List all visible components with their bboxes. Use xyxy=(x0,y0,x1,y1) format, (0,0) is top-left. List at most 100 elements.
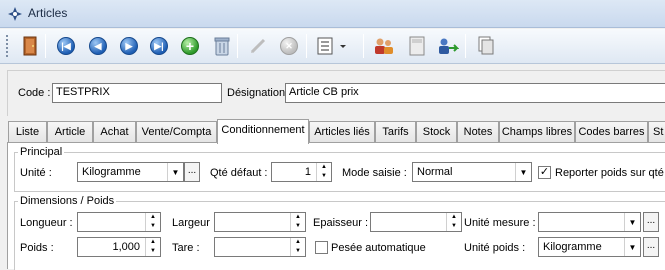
tab-notes[interactable]: Notes xyxy=(457,121,499,143)
header-panel: Code : TESTPRIX Désignation : Article CB… xyxy=(7,70,665,116)
app-icon xyxy=(8,7,22,21)
unite-mesure-browse-button[interactable]: ... xyxy=(643,212,659,232)
unite-poids-label: Unité poids : xyxy=(464,242,526,254)
exit-button[interactable] xyxy=(18,34,42,58)
delete-button[interactable] xyxy=(210,34,234,58)
tare-stepper[interactable]: ▲ ▼ xyxy=(214,237,306,257)
last-record-button[interactable]: ▶| xyxy=(147,34,171,58)
spin-down-icon[interactable]: ▼ xyxy=(447,222,461,231)
mode-saisie-value: Normal xyxy=(417,166,453,178)
mode-saisie-label: Mode saisie : xyxy=(342,167,407,179)
unite-select[interactable]: Kilogramme ▼ xyxy=(77,162,184,182)
unite-mesure-label: Unité mesure : xyxy=(464,217,536,229)
unite-select-value: Kilogramme xyxy=(82,166,141,178)
unite-browse-button[interactable]: ... xyxy=(184,162,200,182)
designation-label: Désignation : xyxy=(227,87,292,99)
poids-spin-buttons[interactable]: ▲ ▼ xyxy=(145,238,160,256)
unite-poids-browse-button[interactable]: ... xyxy=(643,237,659,257)
tab-articles-lies[interactable]: Articles liés xyxy=(309,121,375,143)
tab-stock-overflow[interactable]: St xyxy=(648,121,665,143)
print-icon xyxy=(478,36,494,55)
tab-achat[interactable]: Achat xyxy=(93,121,136,143)
tab-strip: Liste Article Achat Vente/Compta Conditi… xyxy=(7,119,665,144)
next-record-icon: ▶ xyxy=(120,37,138,55)
spin-down-icon[interactable]: ▼ xyxy=(317,172,331,181)
list-menu-button[interactable] xyxy=(315,34,351,58)
spin-up-icon[interactable]: ▲ xyxy=(146,213,160,222)
chevron-down-icon: ▼ xyxy=(515,163,531,181)
tab-vente-compta[interactable]: Vente/Compta xyxy=(136,121,217,143)
chevron-down-icon: ▼ xyxy=(624,238,640,256)
tare-spin-buttons[interactable]: ▲ ▼ xyxy=(290,238,305,256)
tab-stock[interactable]: Stock xyxy=(416,121,457,143)
previous-record-button[interactable]: ◀ xyxy=(86,34,110,58)
tab-article[interactable]: Article xyxy=(47,121,93,143)
spin-up-icon[interactable]: ▲ xyxy=(146,238,160,247)
unite-label: Unité : xyxy=(20,167,52,179)
transfer-button[interactable] xyxy=(436,34,460,58)
people-icon xyxy=(375,38,393,54)
cancel-icon: ✕ xyxy=(280,37,298,55)
dimensions-group-title: Dimensions / Poids xyxy=(18,195,117,207)
delete-icon xyxy=(214,37,230,56)
toolbar-grip[interactable] xyxy=(6,35,9,57)
code-field[interactable]: TESTPRIX xyxy=(52,83,222,103)
edit-icon xyxy=(250,38,266,54)
qte-defaut-stepper[interactable]: 1 ▲ ▼ xyxy=(271,162,332,182)
poids-value: 1,000 xyxy=(112,241,140,253)
exit-door-icon xyxy=(23,36,37,56)
unite-poids-select[interactable]: Kilogramme ▼ xyxy=(538,237,641,257)
pesee-automatique-checkbox[interactable] xyxy=(315,241,328,254)
tab-champs-libres[interactable]: Champs libres xyxy=(499,121,575,143)
toolbar-separator xyxy=(363,34,364,58)
last-record-icon: ▶| xyxy=(150,37,168,55)
window-title: Articles xyxy=(28,6,68,20)
people-button[interactable] xyxy=(372,34,396,58)
qte-defaut-label: Qté défaut : xyxy=(210,167,268,179)
unite-mesure-select[interactable]: ▼ xyxy=(538,212,641,232)
tab-tarifs[interactable]: Tarifs xyxy=(375,121,416,143)
reporter-poids-checkbox[interactable]: ✓ xyxy=(538,166,551,179)
spin-up-icon[interactable]: ▲ xyxy=(317,163,331,172)
spin-down-icon[interactable]: ▼ xyxy=(291,247,305,256)
spin-down-icon[interactable]: ▼ xyxy=(146,222,160,231)
tab-codes-barres[interactable]: Codes barres xyxy=(575,121,648,143)
add-button[interactable]: + xyxy=(178,34,202,58)
spin-down-icon[interactable]: ▼ xyxy=(291,222,305,231)
tab-conditionnement[interactable]: Conditionnement xyxy=(217,119,309,144)
first-record-button[interactable]: |◀ xyxy=(54,34,78,58)
epaisseur-spin-buttons[interactable]: ▲ ▼ xyxy=(446,213,461,231)
document-button[interactable] xyxy=(405,34,429,58)
cancel-button[interactable]: ✕ xyxy=(277,34,301,58)
toolbar-separator xyxy=(237,34,238,58)
add-icon: + xyxy=(181,37,199,55)
designation-field[interactable]: Article CB prix xyxy=(285,83,665,103)
qte-defaut-spin-buttons[interactable]: ▲ ▼ xyxy=(316,163,331,181)
toolbar-separator xyxy=(306,34,307,58)
epaisseur-label: Epaisseur : xyxy=(313,217,369,229)
transfer-icon xyxy=(439,38,459,54)
spin-up-icon[interactable]: ▲ xyxy=(291,238,305,247)
largeur-spin-buttons[interactable]: ▲ ▼ xyxy=(290,213,305,231)
epaisseur-stepper[interactable]: ▲ ▼ xyxy=(370,212,462,232)
tab-liste[interactable]: Liste xyxy=(8,121,47,143)
longueur-label: Longueur : xyxy=(20,217,73,229)
title-bar: Articles xyxy=(0,0,665,28)
chevron-down-icon: ▼ xyxy=(167,163,183,181)
largeur-stepper[interactable]: ▲ ▼ xyxy=(214,212,306,232)
poids-stepper[interactable]: 1,000 ▲ ▼ xyxy=(77,237,161,257)
longueur-stepper[interactable]: ▲ ▼ xyxy=(77,212,161,232)
spin-up-icon[interactable]: ▲ xyxy=(291,213,305,222)
spin-down-icon[interactable]: ▼ xyxy=(146,247,160,256)
spin-up-icon[interactable]: ▲ xyxy=(447,213,461,222)
toolbar: |◀ ◀ ▶ ▶| + ✕ xyxy=(0,29,665,64)
tare-label: Tare : xyxy=(172,242,200,254)
longueur-spin-buttons[interactable]: ▲ ▼ xyxy=(145,213,160,231)
first-record-icon: |◀ xyxy=(57,37,75,55)
unite-poids-value: Kilogramme xyxy=(543,241,602,253)
next-record-button[interactable]: ▶ xyxy=(117,34,141,58)
edit-button[interactable] xyxy=(246,34,270,58)
mode-saisie-select[interactable]: Normal ▼ xyxy=(412,162,532,182)
largeur-label: Largeur : xyxy=(172,217,217,229)
print-button[interactable] xyxy=(474,34,498,58)
